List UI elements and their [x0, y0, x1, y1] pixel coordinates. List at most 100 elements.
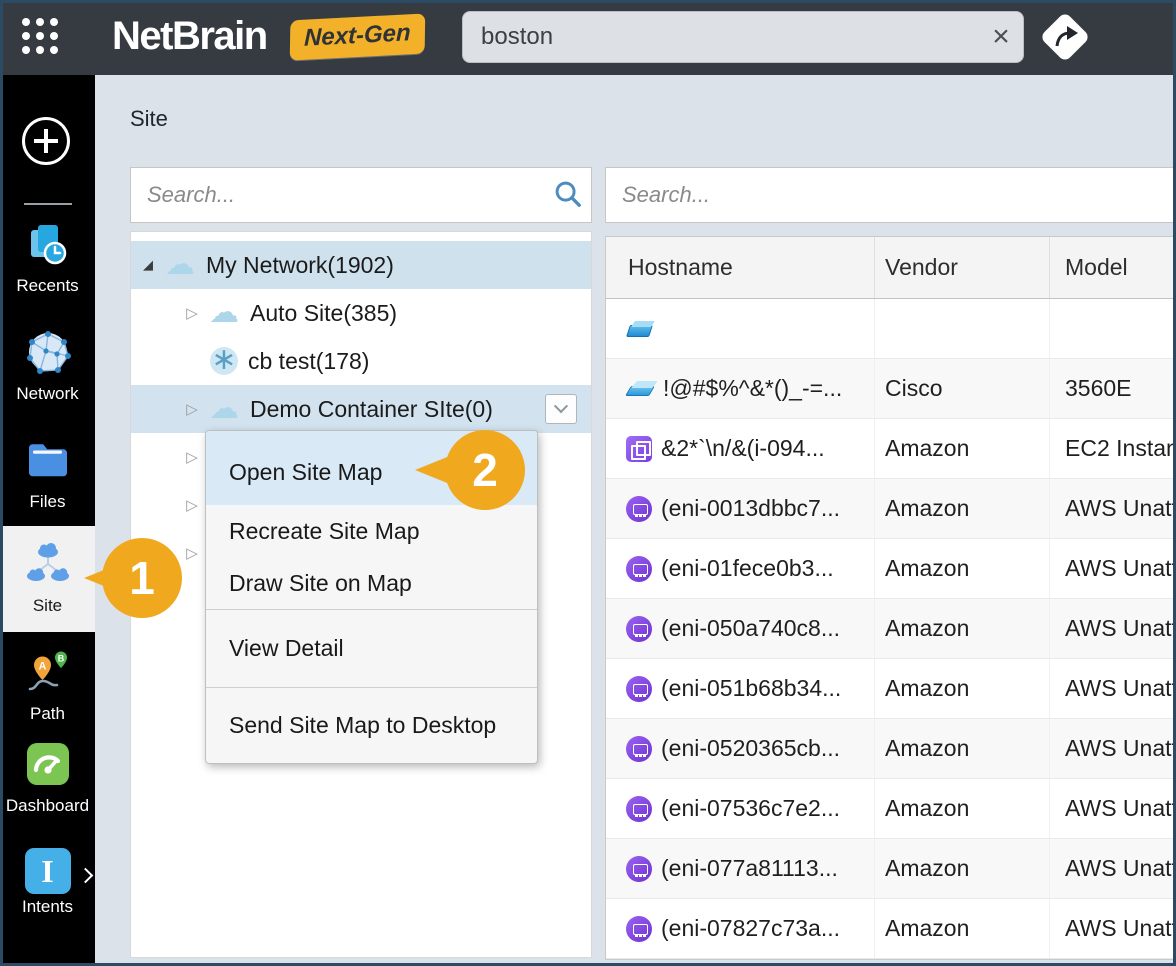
top-bar: NetBrain Next-Gen × [0, 0, 1176, 75]
menu-item-label: Draw Site on Map [229, 570, 412, 597]
context-menu-item[interactable]: Recreate Site Map [206, 505, 537, 557]
clear-search-icon[interactable]: × [979, 13, 1023, 61]
table-body: !@#$%^&*()_-=... Cisco 3560E &2*`\n/&(i-… [606, 299, 1176, 959]
eni-icon [626, 736, 652, 762]
dashboard-gauge-icon [24, 740, 72, 788]
sidebar-label: Site [0, 596, 95, 616]
vendor-cell: Amazon [874, 599, 1049, 658]
netbrain-logo: NetBrain [112, 14, 267, 59]
model-cell: AWS Unatt [1049, 719, 1176, 778]
sidebar-item-path[interactable]: A B Path [0, 648, 95, 724]
add-button[interactable] [22, 117, 70, 165]
eni-icon [626, 916, 652, 942]
model-cell: AWS Unatt [1049, 659, 1176, 718]
sidebar-item-recents[interactable]: Recents [0, 220, 95, 296]
vendor-cell [874, 299, 1049, 358]
expand-icon[interactable]: ▷ [182, 400, 202, 418]
next-gen-badge: Next-Gen [290, 13, 425, 60]
table-row[interactable]: !@#$%^&*()_-=... Cisco 3560E [606, 359, 1176, 419]
sidebar-item-site[interactable]: Site [0, 526, 95, 632]
app-grid-icon[interactable] [22, 18, 30, 26]
table-row[interactable]: (eni-077a81113... Amazon AWS Unatt [606, 839, 1176, 899]
table-row[interactable]: (eni-051b68b34... Amazon AWS Unatt [606, 659, 1176, 719]
expand-sidebar-icon[interactable] [78, 868, 94, 884]
dropdown-button[interactable] [545, 394, 577, 424]
intents-icon: I [25, 848, 71, 894]
callout-step-2: 2 [415, 430, 530, 510]
tree-search-box[interactable] [130, 167, 592, 223]
tree-item-auto-site[interactable]: ▷ ☁ Auto Site(385) [131, 289, 591, 337]
eni-icon [626, 496, 652, 522]
sidebar-item-dashboard[interactable]: Dashboard [0, 740, 95, 816]
hostname-cell: (eni-0013dbbc7... [661, 495, 840, 522]
table-row[interactable]: (eni-0013dbbc7... Amazon AWS Unatt [606, 479, 1176, 539]
model-cell: AWS Unatt [1049, 779, 1176, 838]
expand-icon[interactable]: ▷ [182, 496, 202, 514]
column-header-hostname[interactable]: Hostname [606, 254, 874, 281]
search-icon[interactable] [547, 178, 591, 212]
site-clouds-icon [24, 540, 72, 588]
eni-icon [626, 856, 652, 882]
page-title: Site [130, 106, 168, 132]
global-search-box[interactable]: × [462, 11, 1024, 63]
hostname-cell: (eni-01fece0b3... [661, 555, 834, 582]
model-cell: AWS Unatt [1049, 479, 1176, 538]
tree-item-label: cb test(178) [248, 348, 369, 375]
context-menu-item[interactable]: Send Site Map to Desktop [206, 687, 537, 763]
sidebar: Recents Network Files [0, 75, 95, 966]
hostname-cell: (eni-077a81113... [661, 855, 838, 882]
cloud-icon: ☁ [208, 298, 240, 328]
sidebar-item-intents[interactable]: I Intents [0, 848, 95, 917]
global-search-input[interactable] [463, 23, 979, 51]
tree-item-label: Demo Container SIte(0) [250, 396, 493, 423]
table-row[interactable]: (eni-07827c73a... Amazon AWS Unatt [606, 899, 1176, 959]
ec2-icon [626, 436, 652, 462]
redirect-button[interactable] [1040, 12, 1090, 62]
svg-text:A: A [38, 661, 46, 673]
table-row[interactable]: (eni-0520365cb... Amazon AWS Unatt [606, 719, 1176, 779]
eni-icon [626, 616, 652, 642]
recents-icon [24, 220, 72, 268]
hostname-cell: (eni-051b68b34... [661, 675, 841, 702]
table-row[interactable]: (eni-07536c7e2... Amazon AWS Unatt [606, 779, 1176, 839]
menu-item-label: Recreate Site Map [229, 518, 419, 545]
column-header-model[interactable]: Model [1049, 237, 1176, 298]
column-header-vendor[interactable]: Vendor [874, 237, 1049, 298]
table-row[interactable] [606, 299, 1176, 359]
curved-arrow-icon [1040, 12, 1090, 62]
sidebar-item-files[interactable]: Files [0, 436, 95, 512]
model-cell: AWS Unatt [1049, 839, 1176, 898]
collapse-icon[interactable]: ◢ [138, 258, 158, 273]
menu-item-label: Open Site Map [229, 459, 382, 486]
expand-icon[interactable]: ▷ [182, 448, 202, 466]
table-row[interactable]: (eni-01fece0b3... Amazon AWS Unatt [606, 539, 1176, 599]
tree-item-my-network[interactable]: ◢ ☁ My Network(1902) [131, 241, 591, 289]
switch-icon [626, 376, 654, 402]
netbrain-app-window: NetBrain Next-Gen × Recents [0, 0, 1176, 966]
step-number: 1 [102, 538, 182, 618]
context-menu-item[interactable]: View Detail [206, 609, 537, 687]
table-header: Hostname Vendor Model [606, 237, 1176, 299]
expand-icon[interactable]: ▷ [182, 304, 202, 322]
context-menu-item[interactable]: Draw Site on Map [206, 557, 537, 609]
model-cell: 3560E [1049, 359, 1176, 418]
tree-item-demo-container-site[interactable]: ▷ ☁ Demo Container SIte(0) [131, 385, 591, 433]
hostname-cell: !@#$%^&*()_-=... [663, 375, 842, 402]
model-cell: AWS Unatt [1049, 599, 1176, 658]
table-row[interactable]: (eni-050a740c8... Amazon AWS Unatt [606, 599, 1176, 659]
tree-search-input[interactable] [131, 182, 547, 208]
vendor-cell: Amazon [874, 419, 1049, 478]
vendor-cell: Amazon [874, 479, 1049, 538]
device-table: Hostname Vendor Model !@#$%^&*()_-=... [605, 236, 1176, 960]
sidebar-label: Dashboard [0, 796, 95, 816]
device-search-input[interactable] [606, 182, 1176, 208]
hostname-cell: (eni-07827c73a... [661, 915, 840, 942]
table-row[interactable]: &2*`\n/&(i-094... Amazon EC2 Instan [606, 419, 1176, 479]
device-search-box[interactable] [605, 167, 1176, 223]
chevron-down-icon [554, 399, 568, 413]
svg-text:B: B [57, 654, 64, 664]
eni-icon [626, 676, 652, 702]
eni-icon [626, 556, 652, 582]
tree-item-cb-test[interactable]: ∗ cb test(178) [131, 337, 591, 385]
sidebar-item-network[interactable]: Network [0, 328, 95, 404]
